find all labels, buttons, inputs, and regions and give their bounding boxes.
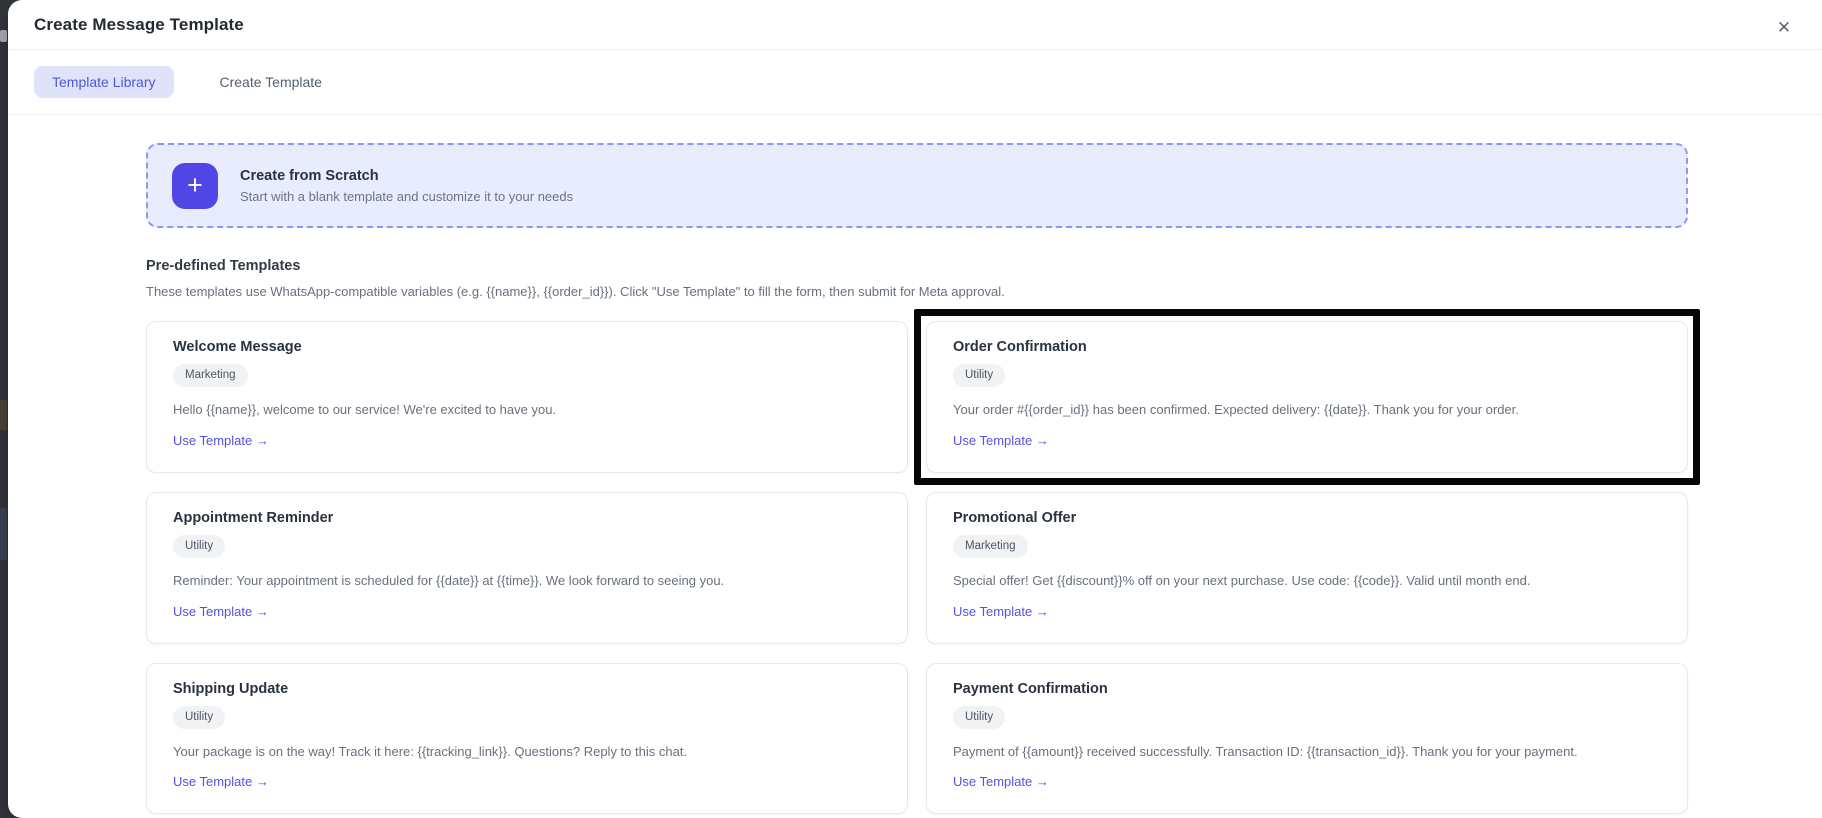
template-card-title: Appointment Reminder — [173, 510, 881, 526]
use-template-link[interactable]: Use Template → — [953, 433, 1049, 448]
modal-content: + Create from Scratch Start with a blank… — [8, 115, 1822, 818]
tab-template-library[interactable]: Template Library — [34, 66, 174, 98]
backdrop-content-fragment — [0, 508, 7, 560]
close-icon: ✕ — [1777, 18, 1791, 37]
template-card-appointment-reminder: Appointment Reminder Utility Reminder: Y… — [146, 492, 908, 644]
template-card-body: Payment of {{amount}} received successfu… — [953, 743, 1661, 762]
template-card-promotional-offer: Promotional Offer Marketing Special offe… — [926, 492, 1688, 644]
use-template-link[interactable]: Use Template → — [953, 774, 1049, 789]
template-card-body: Your order #{{order_id}} has been confir… — [953, 401, 1661, 420]
category-badge: Utility — [173, 706, 225, 729]
category-badge: Marketing — [953, 535, 1028, 558]
template-card-body: Special offer! Get {{discount}}% off on … — [953, 572, 1661, 591]
template-card-title: Promotional Offer — [953, 510, 1661, 526]
category-badge: Utility — [173, 535, 225, 558]
template-card-body: Reminder: Your appointment is scheduled … — [173, 572, 881, 591]
modal-header: Create Message Template ✕ — [8, 0, 1822, 50]
plus-icon: + — [172, 163, 218, 209]
category-badge: Utility — [953, 706, 1005, 729]
template-card-order-confirmation: Order Confirmation Utility Your order #{… — [926, 321, 1688, 473]
create-message-template-modal: Create Message Template ✕ Template Libra… — [8, 0, 1822, 818]
predefined-templates-heading: Pre-defined Templates — [146, 258, 1688, 274]
use-template-link[interactable]: Use Template → — [953, 604, 1049, 619]
backdrop-content-fragment — [0, 30, 7, 42]
create-from-scratch-card[interactable]: + Create from Scratch Start with a blank… — [146, 143, 1688, 228]
category-badge: Marketing — [173, 364, 248, 387]
modal-title: Create Message Template — [34, 15, 1796, 35]
modal-tabbar: Template Library Create Template — [8, 50, 1822, 115]
create-from-scratch-title: Create from Scratch — [240, 168, 573, 184]
template-card-title: Order Confirmation — [953, 339, 1661, 355]
backdrop-content-fragment — [0, 400, 7, 430]
template-card-payment-confirmation: Payment Confirmation Utility Payment of … — [926, 663, 1688, 815]
close-button[interactable]: ✕ — [1770, 14, 1798, 42]
template-card-body: Hello {{name}}, welcome to our service! … — [173, 401, 881, 420]
use-template-link[interactable]: Use Template → — [173, 433, 269, 448]
highlight-box — [914, 309, 1700, 485]
create-from-scratch-subtitle: Start with a blank template and customiz… — [240, 189, 573, 204]
template-card-title: Welcome Message — [173, 339, 881, 355]
template-card-title: Shipping Update — [173, 681, 881, 697]
use-template-link[interactable]: Use Template → — [173, 774, 269, 789]
predefined-templates-description: These templates use WhatsApp-compatible … — [146, 284, 1688, 299]
template-cards-grid: Welcome Message Marketing Hello {{name}}… — [146, 321, 1688, 814]
create-from-scratch-texts: Create from Scratch Start with a blank t… — [240, 168, 573, 204]
tab-create-template[interactable]: Create Template — [220, 66, 322, 98]
template-card-body: Your package is on the way! Track it her… — [173, 743, 881, 762]
template-card-title: Payment Confirmation — [953, 681, 1661, 697]
category-badge: Utility — [953, 364, 1005, 387]
use-template-link[interactable]: Use Template → — [173, 604, 269, 619]
template-card-welcome-message: Welcome Message Marketing Hello {{name}}… — [146, 321, 908, 473]
template-card-shipping-update: Shipping Update Utility Your package is … — [146, 663, 908, 815]
